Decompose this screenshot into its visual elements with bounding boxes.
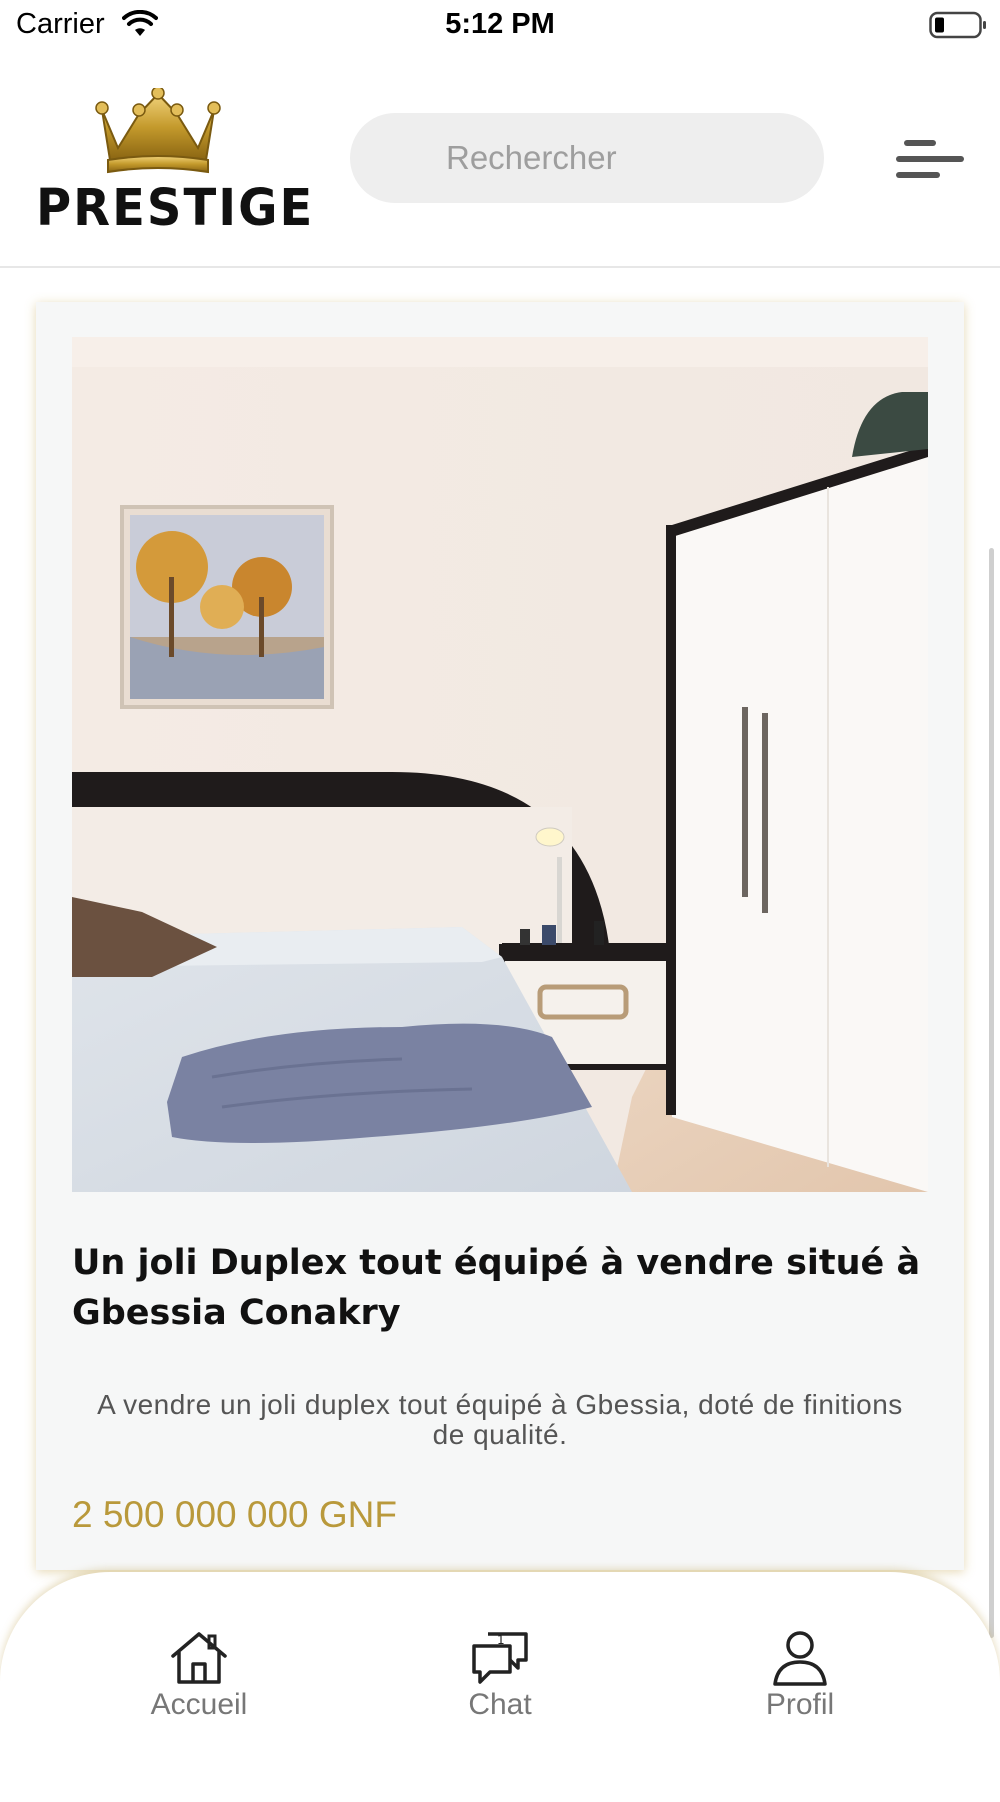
scroll-indicator[interactable] (989, 548, 994, 1638)
bottom-navigation: Accueil 1 Chat Profil (0, 1572, 1000, 1802)
status-bar: Carrier 5:12 PM (0, 0, 1000, 52)
listing-photo[interactable] (72, 337, 928, 1192)
logo-wordmark: PRESTIGE (36, 178, 315, 238)
app-header: PRESTIGE (0, 52, 1000, 268)
nav-item-profil[interactable]: Profil (720, 1630, 880, 1722)
nav-item-accueil[interactable]: Accueil (119, 1630, 279, 1722)
user-icon (773, 1631, 827, 1686)
bedroom-photo (72, 337, 928, 1192)
listing-description: A vendre un joli duplex tout équipé à Gb… (97, 1389, 903, 1450)
listing-price: 2 500 000 000 GNF (72, 1494, 397, 1535)
battery-icon (929, 11, 986, 39)
listing-card[interactable]: Un joli Duplex tout équipé à vendre situ… (36, 302, 964, 1570)
listing-title[interactable]: Un joli Duplex tout équipé à vendre situ… (72, 1238, 928, 1338)
prestige-logo[interactable]: PRESTIGE (36, 86, 312, 237)
clock: 5:12 PM (445, 8, 555, 40)
crown-icon (95, 86, 221, 174)
home-icon (171, 1632, 227, 1684)
search-input[interactable] (350, 113, 824, 203)
nav-label-profil: Profil (765, 1688, 835, 1721)
nav-label-accueil: Accueil (150, 1688, 248, 1721)
hamburger-menu-icon[interactable] (896, 136, 964, 182)
nav-label-chat: Chat (468, 1688, 532, 1721)
chat-icon: 1 (472, 1632, 528, 1684)
svg-text:1: 1 (497, 1633, 505, 1647)
nav-item-chat[interactable]: 1 Chat (420, 1630, 580, 1722)
